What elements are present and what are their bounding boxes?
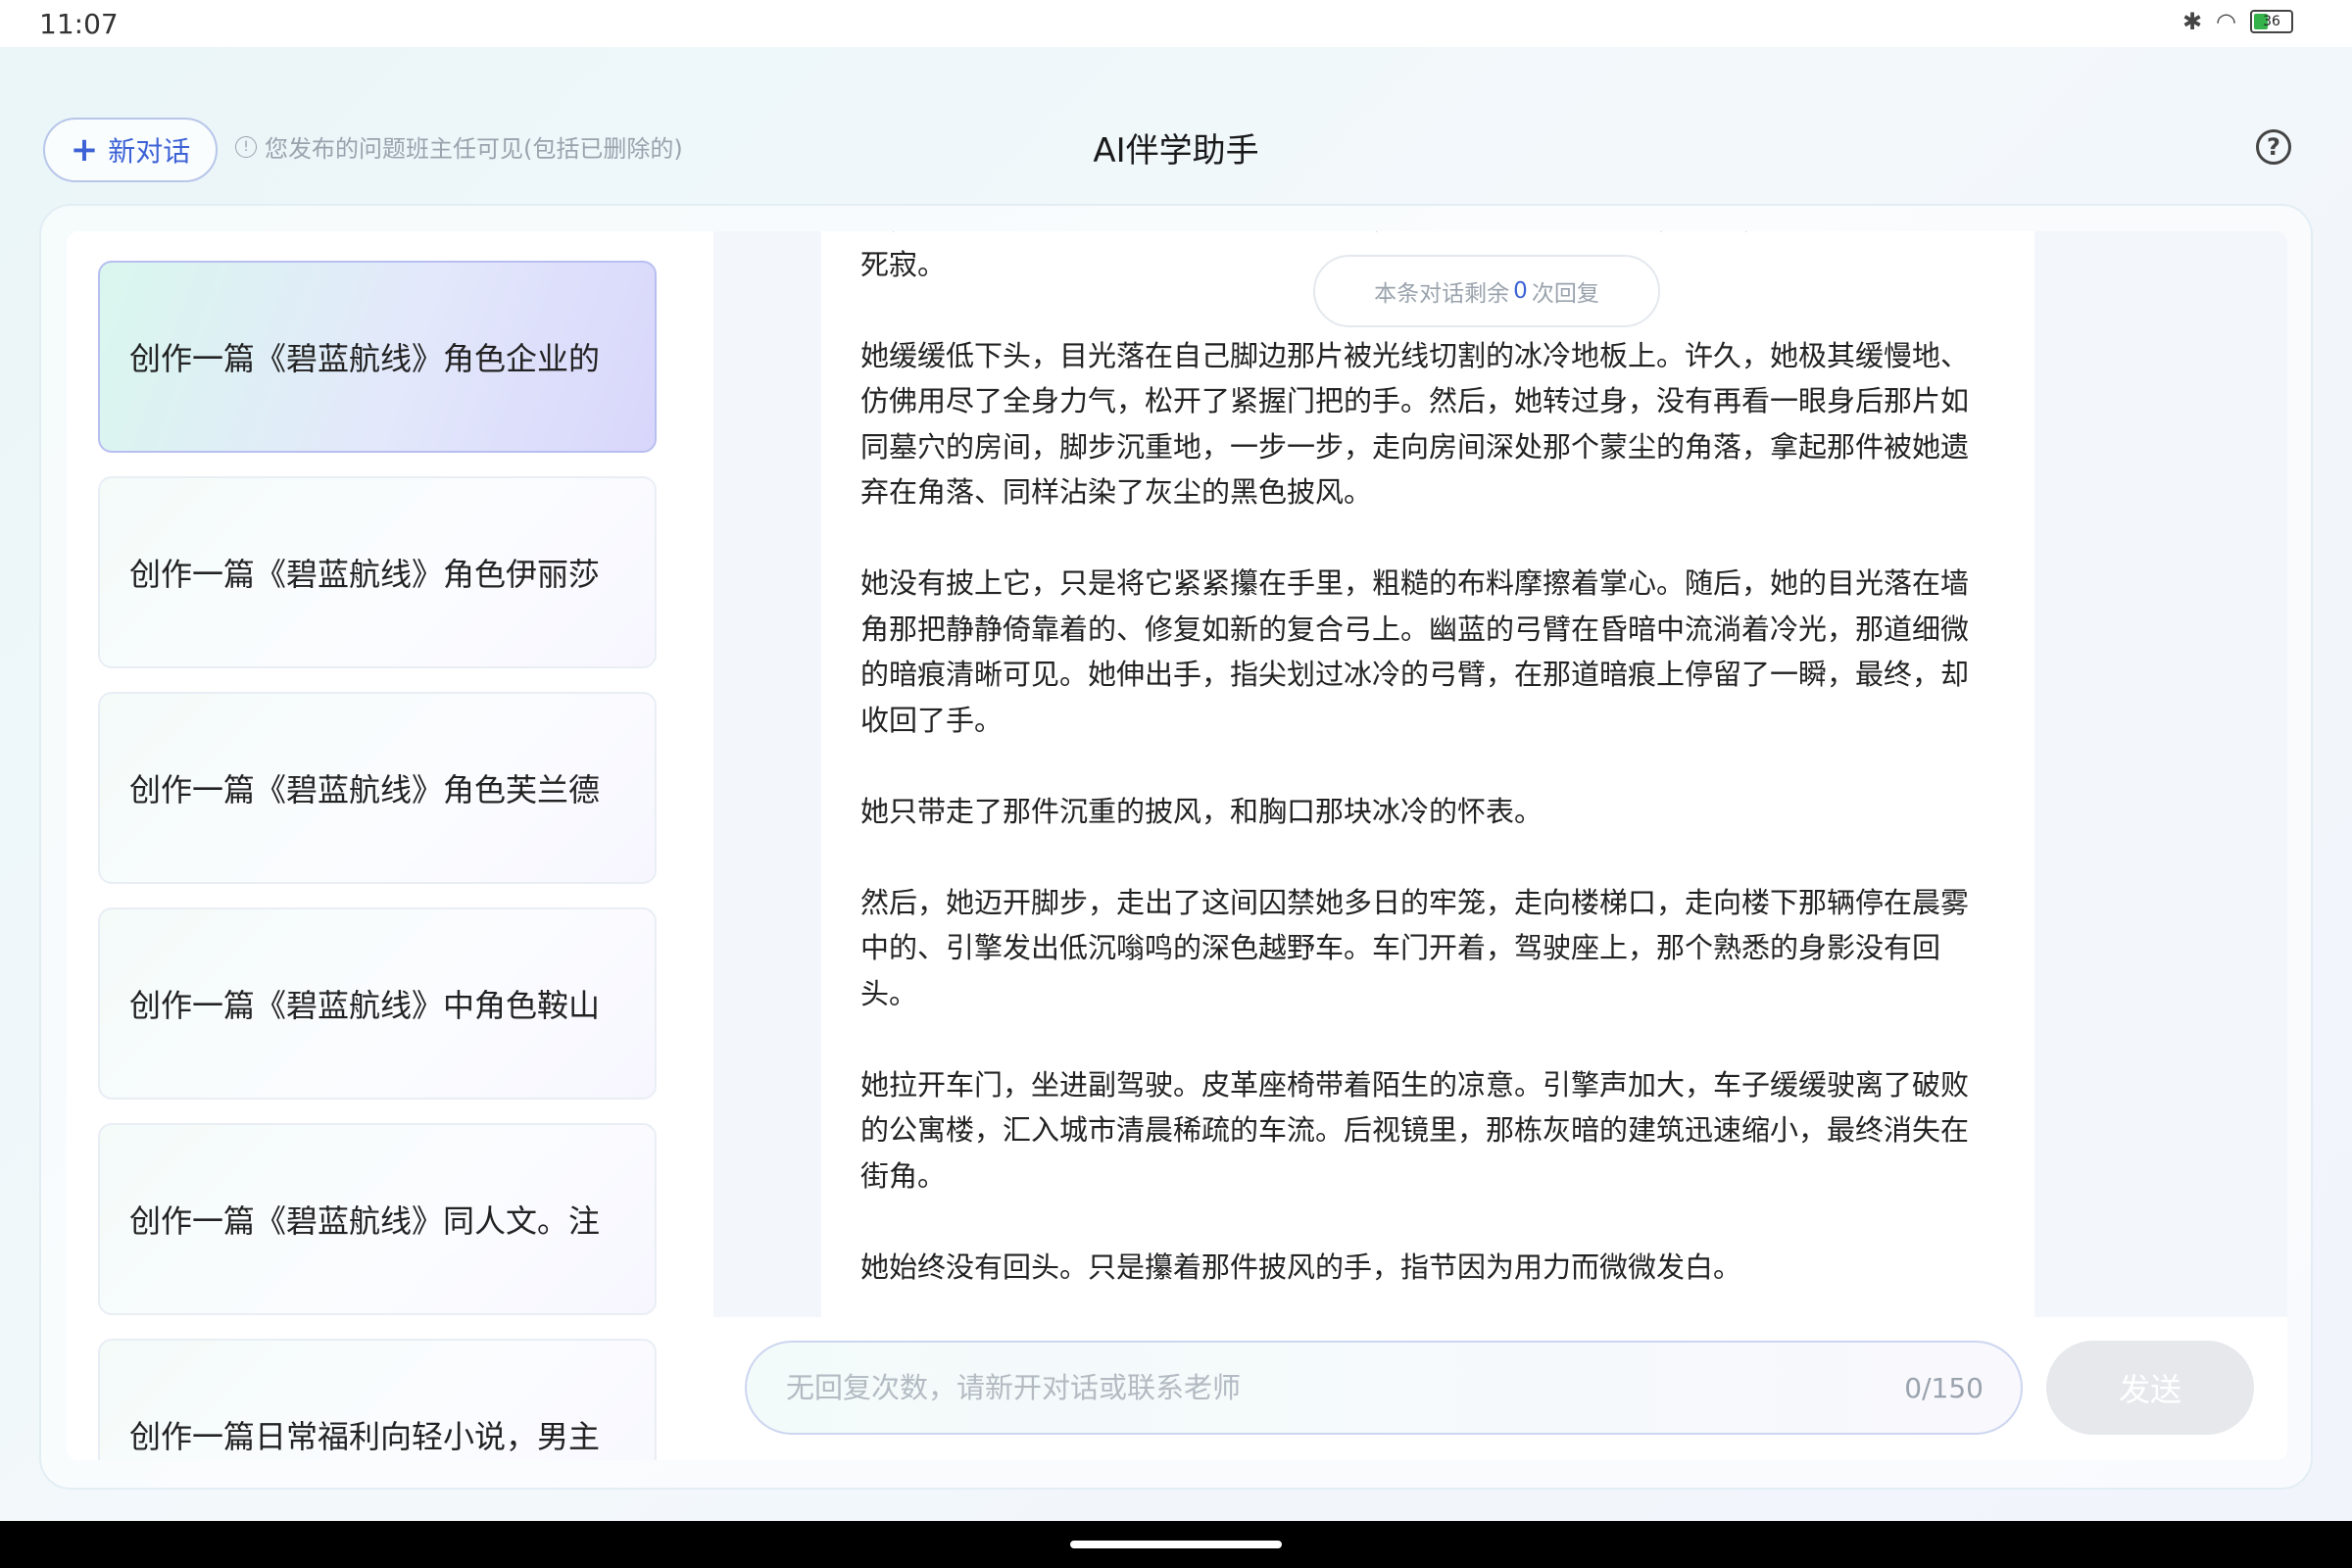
message-input-box[interactable]: 0/150	[745, 1341, 2023, 1435]
status-time: 11:07	[39, 8, 119, 40]
char-count: 0/150	[1904, 1371, 1984, 1404]
message-paragraph: 她没有披上它，只是将它紧紧攥在手里，粗糙的布料摩擦着掌心。随后，她的目光落在墙角…	[860, 566, 1970, 737]
remaining-replies-badge: 本条对话剩余 0 次回复	[1313, 255, 1660, 327]
message-paragraph: 她只带走了那件沉重的披风，和胸口那块冰冷的怀表。	[860, 794, 1544, 828]
system-nav-bar	[0, 1521, 2352, 1568]
input-row: 0/150 发送	[713, 1317, 2287, 1460]
message-text: 来，在地板上投下一道狭长的光带。门外，是喧嚣而陌生的世界，门内，是凝固的黑暗与死…	[860, 231, 1978, 1317]
message-paragraph: 然后，她迈开脚步，走出了这间囚禁她多日的牢笼，走向楼梯口，走向楼下那辆停在晨雾中…	[860, 885, 1970, 1010]
ai-message: 来，在地板上投下一道狭长的光带。门外，是喧嚣而陌生的世界，门内，是凝固的黑暗与死…	[821, 231, 2034, 1317]
message-paragraph: 她拉开车门，坐进副驾驶。皮革座椅带着陌生的凉意。引擎声加大，车子缓缓驶离了破败的…	[860, 1067, 1970, 1193]
battery-icon: 36	[2250, 10, 2293, 33]
battery-level: 36	[2263, 14, 2280, 29]
conversation-item[interactable]: 创作一篇《碧蓝航线》同人文。注	[98, 1123, 657, 1315]
main-card: 创作一篇《碧蓝航线》角色企业的 创作一篇《碧蓝航线》角色伊丽莎 创作一篇《碧蓝航…	[39, 204, 2313, 1490]
main-content: 创作一篇《碧蓝航线》角色企业的 创作一篇《碧蓝航线》角色伊丽莎 创作一篇《碧蓝航…	[67, 231, 2287, 1460]
message-paragraph: 她缓缓低下头，目光落在自己脚边那片被光线切割的冰冷地板上。许久，她极其缓慢地、仿…	[860, 338, 1970, 510]
conversation-item[interactable]: 创作一篇《碧蓝航线》角色芙兰德	[98, 692, 657, 884]
page-title: AI伴学助手	[1093, 131, 1259, 171]
conversation-label: 创作一篇日常福利向轻小说，男主	[129, 1418, 601, 1455]
conversation-label: 创作一篇《碧蓝航线》角色企业的	[129, 340, 601, 377]
conversation-item[interactable]: 创作一篇《碧蓝航线》中角色鞍山	[98, 907, 657, 1100]
status-icons: ✱ ◠ 36	[2182, 8, 2293, 35]
header: + 新对话 ! 您发布的问题班主任可见(包括已删除的) AI伴学助手 ?	[0, 47, 2352, 204]
status-bar: 11:07 ✱ ◠ 36	[0, 0, 2352, 47]
conversation-item[interactable]: 创作一篇《碧蓝航线》角色伊丽莎	[98, 476, 657, 668]
chat-area[interactable]: 来，在地板上投下一道狭长的光带。门外，是喧嚣而陌生的世界，门内，是凝固的黑暗与死…	[713, 231, 2287, 1317]
conversation-label: 创作一篇《碧蓝航线》中角色鞍山	[129, 987, 601, 1024]
send-button[interactable]: 发送	[2046, 1341, 2254, 1435]
message-paragraph: 她始终没有回头。只是攥着那件披风的手，指节因为用力而微微发白。	[860, 1250, 1742, 1284]
conversation-label: 创作一篇《碧蓝航线》角色芙兰德	[129, 771, 601, 808]
home-indicator[interactable]	[1070, 1541, 1282, 1548]
conversation-label: 创作一篇《碧蓝航线》同人文。注	[129, 1202, 601, 1240]
message-input[interactable]	[784, 1370, 1905, 1405]
conversation-item[interactable]: 创作一篇日常福利向轻小说，男主	[98, 1339, 657, 1460]
remaining-prefix: 本条对话剩余	[1374, 281, 1510, 307]
remaining-count: 0	[1513, 278, 1528, 304]
help-icon[interactable]: ?	[2256, 129, 2291, 165]
wifi-icon: ◠	[2216, 8, 2236, 35]
remaining-suffix: 次回复	[1531, 281, 1599, 307]
conversation-label: 创作一篇《碧蓝航线》角色伊丽莎	[129, 556, 601, 593]
conversation-item[interactable]: 创作一篇《碧蓝航线》角色企业的	[98, 261, 657, 453]
bluetooth-icon: ✱	[2181, 8, 2203, 35]
conversation-list[interactable]: 创作一篇《碧蓝航线》角色企业的 创作一篇《碧蓝航线》角色伊丽莎 创作一篇《碧蓝航…	[67, 231, 713, 1460]
